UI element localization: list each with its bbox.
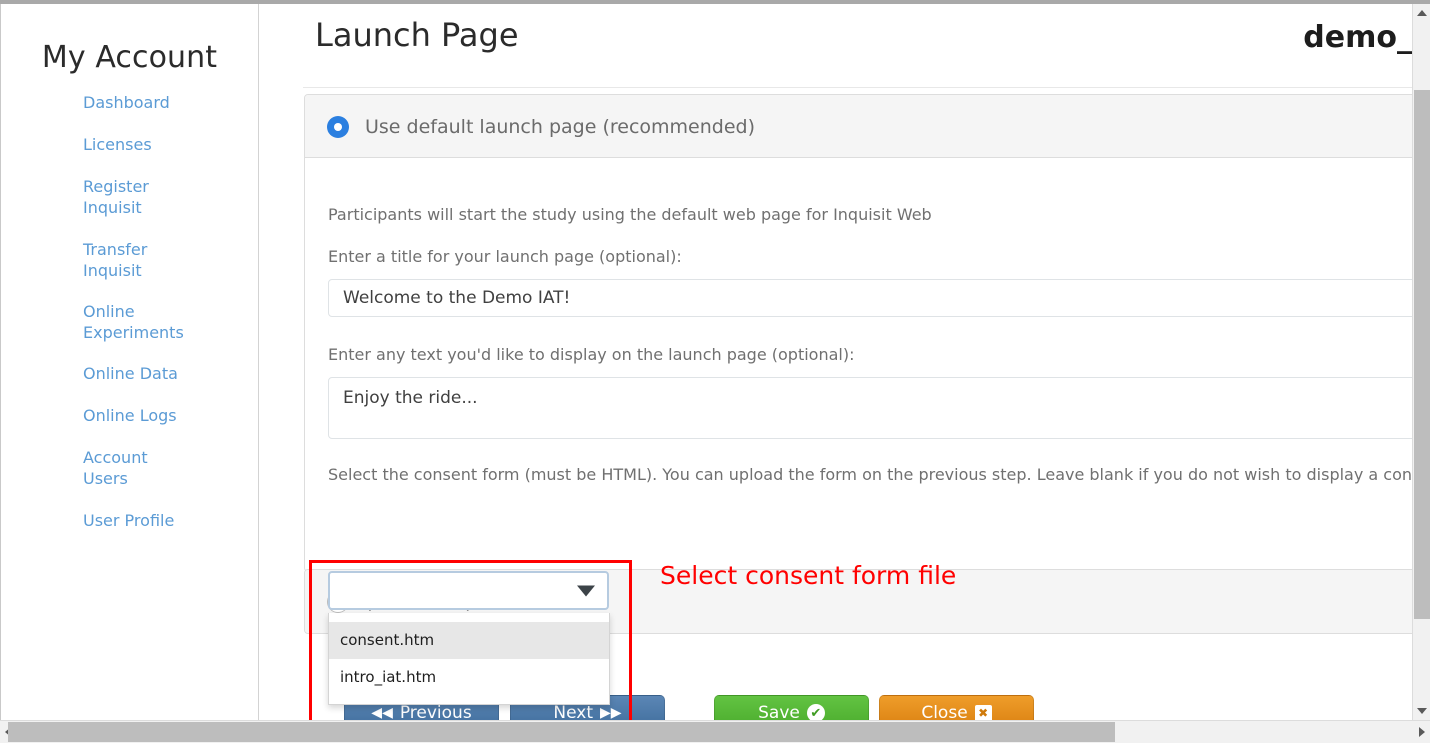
- launch-body-textarea[interactable]: Enjoy the ride...: [328, 377, 1412, 439]
- sidebar-item-register-inquisit[interactable]: Register Inquisit: [1, 176, 191, 218]
- radio-label-default: Use default launch page (recommended): [365, 115, 755, 138]
- sidebar-item-online-logs[interactable]: Online Logs: [1, 405, 191, 426]
- radio-option-default-launch-page[interactable]: Use default launch page (recommended): [327, 95, 755, 158]
- participants-description: Participants will start the study using …: [328, 205, 932, 224]
- sidebar-item-dashboard[interactable]: Dashboard: [1, 92, 191, 113]
- launch-body-label: Enter any text you'd like to display on …: [328, 345, 855, 364]
- save-button[interactable]: Save ✔: [714, 695, 869, 720]
- sidebar-item-licenses[interactable]: Licenses: [1, 134, 191, 155]
- consent-form-select-wrapper[interactable]: [328, 571, 609, 610]
- header-divider: [303, 87, 1412, 88]
- sidebar-title: My Account: [41, 40, 218, 75]
- check-circle-icon: ✔: [806, 704, 825, 720]
- sidebar-item-account-users[interactable]: Account Users: [1, 447, 191, 489]
- scroll-right-button[interactable]: [1414, 721, 1430, 743]
- vertical-scrollbar[interactable]: [1412, 4, 1430, 720]
- chevron-down-icon: [577, 585, 595, 596]
- panel-default-launch-page: Use default launch page (recommended) Pa…: [304, 94, 1412, 720]
- consent-form-dropdown-list[interactable]: consent.htm intro_iat.htm: [328, 613, 610, 705]
- arrow-right-icon: [1419, 727, 1425, 737]
- sidebar-nav: Dashboard Licenses Register Inquisit Tra…: [1, 92, 258, 552]
- browser-viewport: My Account Dashboard Licenses Register I…: [0, 0, 1430, 743]
- save-button-label: Save: [758, 703, 800, 720]
- previous-button-label: Previous: [399, 703, 472, 720]
- main-content: Launch Page demo_ Use default launch pag…: [259, 4, 1412, 720]
- panel-header-default: Use default launch page (recommended): [305, 95, 1412, 158]
- horizontal-scrollbar-thumb[interactable]: [8, 722, 1115, 742]
- sidebar-item-transfer-inquisit[interactable]: Transfer Inquisit: [1, 239, 191, 281]
- close-button-label: Close: [921, 703, 968, 720]
- sidebar-item-online-data[interactable]: Online Data: [1, 363, 191, 384]
- launch-title-label: Enter a title for your launch page (opti…: [328, 247, 682, 266]
- rewind-icon: ◀◀: [371, 705, 393, 720]
- scroll-down-button[interactable]: [1413, 702, 1430, 720]
- horizontal-scrollbar[interactable]: [0, 720, 1430, 743]
- dropdown-option-intro-iat-htm[interactable]: intro_iat.htm: [329, 659, 609, 696]
- page-header: Launch Page demo_: [259, 4, 1412, 87]
- scroll-up-button[interactable]: [1413, 4, 1430, 22]
- next-button-label: Next: [553, 703, 594, 720]
- account-name: demo_: [1303, 20, 1412, 55]
- close-button[interactable]: Close ✖: [879, 695, 1034, 720]
- fast-forward-icon: ▶▶: [600, 705, 622, 720]
- vertical-scrollbar-thumb[interactable]: [1414, 90, 1430, 619]
- arrow-up-icon: [1417, 10, 1427, 16]
- page-title: Launch Page: [315, 16, 519, 54]
- arrow-down-icon: [1417, 708, 1427, 714]
- close-box-icon: ✖: [974, 704, 992, 720]
- sidebar-item-online-experiments[interactable]: Online Experiments: [1, 301, 191, 343]
- dropdown-option-consent-htm[interactable]: consent.htm: [329, 622, 609, 659]
- annotation-label-select-consent-form: Select consent form file: [660, 561, 957, 590]
- sidebar: My Account Dashboard Licenses Register I…: [1, 4, 258, 720]
- sidebar-item-user-profile[interactable]: User Profile: [1, 510, 191, 531]
- launch-title-input[interactable]: [328, 279, 1412, 317]
- consent-form-label: Select the consent form (must be HTML). …: [328, 465, 1412, 484]
- page-viewport: My Account Dashboard Licenses Register I…: [1, 4, 1412, 720]
- consent-form-select[interactable]: [328, 571, 609, 610]
- radio-icon-checked[interactable]: [327, 115, 349, 138]
